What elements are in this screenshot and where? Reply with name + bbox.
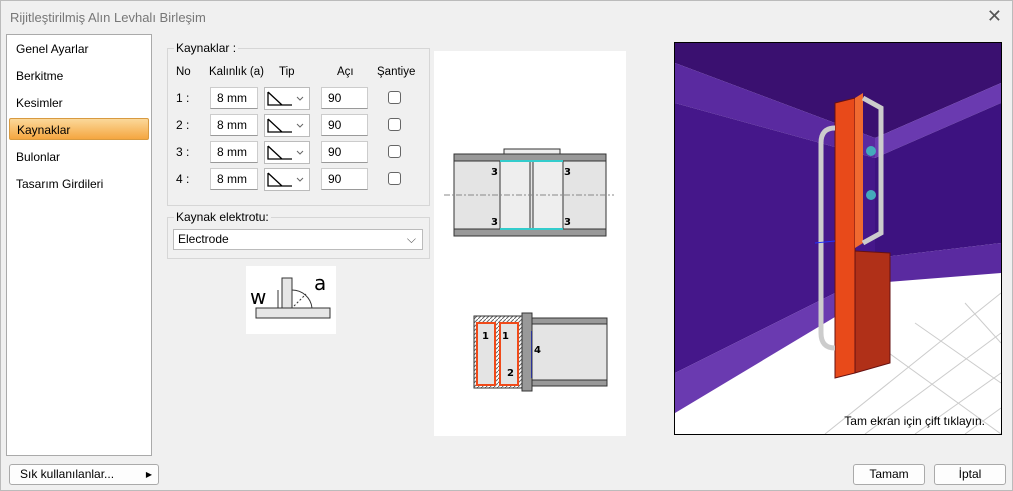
welds-group-label: Kaynaklar : (174, 41, 239, 55)
weld-label-2: 2 (507, 368, 514, 379)
weld-location-diagram: 3 3 3 3 1 1 2 4 (434, 51, 626, 436)
chevron-right-icon: ▶ (145, 470, 152, 479)
weld-type-select[interactable] (264, 114, 310, 137)
weld-row-no: 3 : (176, 145, 190, 159)
thickness-input[interactable]: 8 mm (210, 168, 258, 190)
ok-button[interactable]: Tamam (853, 464, 925, 485)
chevron-down-icon: ⌵ (406, 232, 416, 246)
thickness-input[interactable]: 8 mm (210, 87, 258, 109)
electrode-group: Kaynak elektrotu: Electrode ⌵ (167, 210, 430, 259)
angle-input[interactable]: 90 (321, 87, 368, 109)
weld-label-3a: 3 (491, 167, 498, 178)
electrode-select[interactable]: Electrode ⌵ (173, 229, 423, 250)
w-label: w (250, 285, 266, 309)
chevron-down-icon (296, 96, 304, 101)
chevron-down-icon (296, 123, 304, 128)
electrode-group-label: Kaynak elektrotu: (174, 210, 271, 224)
weld-label-4: 4 (534, 345, 541, 356)
weld-label-3b: 3 (564, 167, 571, 178)
site-weld-checkbox[interactable] (388, 145, 401, 158)
favorites-label: Sık kullanılanlar... (20, 467, 115, 481)
header-type: Tip (279, 66, 295, 78)
3d-view[interactable]: Tam ekran için çift tıklayın. (674, 42, 1002, 435)
header-site: Şantiye (377, 66, 416, 78)
close-icon[interactable]: ✕ (987, 6, 1002, 27)
sidebar-item-kesimler[interactable]: Kesimler (9, 92, 149, 114)
header-no: No (176, 66, 191, 78)
header-thickness: Kalınlık (a) (209, 66, 264, 78)
weld-symbol-image: w a (246, 266, 336, 334)
sidebar-item-kaynaklar[interactable]: Kaynaklar (9, 118, 149, 140)
dialog-window: Rijitleştirilmiş Alın Levhalı Birleşim ✕… (0, 0, 1013, 491)
weld-type-select[interactable] (264, 168, 310, 191)
site-weld-checkbox[interactable] (388, 118, 401, 131)
site-weld-checkbox[interactable] (388, 172, 401, 185)
weld-row-no: 1 : (176, 91, 190, 105)
sidebar: Genel Ayarlar Berkitme Kesimler Kaynakla… (6, 34, 152, 456)
site-weld-checkbox[interactable] (388, 91, 401, 104)
angle-input[interactable]: 90 (321, 114, 368, 136)
weld-label-3d: 3 (564, 217, 571, 228)
fullscreen-hint: Tam ekran için çift tıklayın. (844, 414, 985, 428)
cancel-button[interactable]: İptal (934, 464, 1006, 485)
sidebar-item-berkitme[interactable]: Berkitme (9, 65, 149, 87)
favorites-button[interactable]: Sık kullanılanlar... ▶ (9, 464, 159, 485)
welds-group: Kaynaklar : No Kalınlık (a) Tip Açı Şant… (167, 41, 430, 206)
fillet-weld-icon (267, 172, 292, 187)
electrode-value: Electrode (178, 232, 229, 246)
sidebar-item-tasarim-girdileri[interactable]: Tasarım Girdileri (9, 173, 149, 195)
header-angle: Açı (337, 66, 354, 78)
angle-input[interactable]: 90 (321, 141, 368, 163)
fillet-weld-icon (267, 118, 292, 133)
thickness-input[interactable]: 8 mm (210, 141, 258, 163)
weld-row-no: 2 : (176, 118, 190, 132)
weld-label-1a: 1 (482, 331, 489, 342)
fillet-weld-icon (267, 91, 292, 106)
chevron-down-icon (296, 177, 304, 182)
weld-type-select[interactable] (264, 87, 310, 110)
sidebar-item-bulonlar[interactable]: Bulonlar (9, 146, 149, 168)
thickness-input[interactable]: 8 mm (210, 114, 258, 136)
weld-label-3c: 3 (491, 217, 498, 228)
angle-input[interactable]: 90 (321, 168, 368, 190)
sidebar-item-genel-ayarlar[interactable]: Genel Ayarlar (9, 38, 149, 60)
window-title: Rijitleştirilmiş Alın Levhalı Birleşim (10, 10, 206, 25)
fillet-weld-icon (267, 145, 292, 160)
weld-label-1b: 1 (502, 331, 509, 342)
a-label: a (314, 271, 326, 295)
weld-type-select[interactable] (264, 141, 310, 164)
chevron-down-icon (296, 150, 304, 155)
weld-row-no: 4 : (176, 172, 190, 186)
